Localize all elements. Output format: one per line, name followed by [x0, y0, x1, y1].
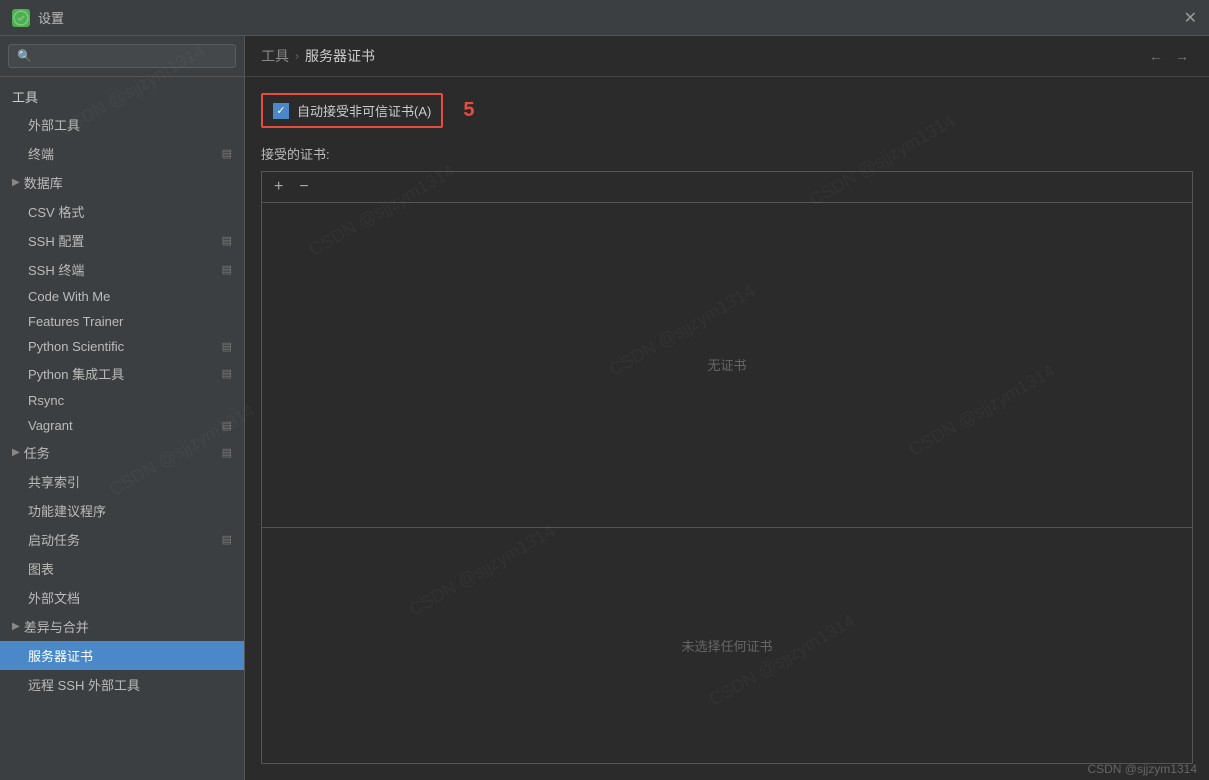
- breadcrumb-current: 服务器证书: [305, 46, 375, 66]
- number-badge: 5: [463, 99, 474, 122]
- window-title: 设置: [38, 8, 64, 27]
- forward-button[interactable]: →: [1171, 46, 1193, 66]
- no-cert-label: 无证书: [707, 355, 746, 374]
- sidebar-item-terminal[interactable]: 终端 ▤: [0, 139, 244, 168]
- sidebar-item-csv[interactable]: CSV 格式: [0, 197, 244, 226]
- cert-area: + − 无证书 未选择任何证书: [261, 171, 1193, 764]
- breadcrumb-navigation: ← →: [1145, 46, 1193, 66]
- sidebar-item-label: Vagrant: [28, 418, 73, 433]
- no-cert-selected-label: 未选择任何证书: [681, 636, 772, 655]
- checkbox-row: ✓ 自动接受非可信证书(A) 5: [261, 93, 1193, 128]
- add-cert-button[interactable]: +: [270, 176, 287, 198]
- sidebar-item-code-with-me[interactable]: Code With Me: [0, 284, 244, 309]
- expand-icon: ▤: [222, 263, 232, 276]
- content-body: ✓ 自动接受非可信证书(A) 5 接受的证书: + − 无证书 未选择任何证书: [245, 77, 1209, 780]
- close-button[interactable]: ✕: [1184, 8, 1197, 28]
- sidebar-item-python-scientific[interactable]: Python Scientific ▤: [0, 334, 244, 359]
- sidebar-item-label: Rsync: [28, 393, 64, 408]
- breadcrumb-parent: 工具: [261, 46, 289, 66]
- sidebar-item-label: 外部文档: [28, 588, 80, 607]
- sidebar-item-label: 启动任务: [28, 530, 80, 549]
- expand-icon: ▤: [222, 234, 232, 247]
- expand-icon: ▤: [222, 147, 232, 160]
- search-bar[interactable]: [0, 36, 244, 77]
- content-area: 工具 › 服务器证书 ← → ✓ 自动接受非可信证书(A) 5 接受的证书: [245, 36, 1209, 780]
- sidebar-item-label: Features Trainer: [28, 314, 123, 329]
- sidebar-item-shared-index[interactable]: 共享索引: [0, 467, 244, 496]
- sidebar-item-external-docs[interactable]: 外部文档: [0, 583, 244, 612]
- expand-icon: ▤: [222, 340, 232, 353]
- search-input[interactable]: [8, 44, 236, 68]
- sidebar-item-startup-tasks[interactable]: 启动任务 ▤: [0, 525, 244, 554]
- sidebar-item-ssh-config[interactable]: SSH 配置 ▤: [0, 226, 244, 255]
- sidebar-item-vagrant[interactable]: Vagrant ▤: [0, 413, 244, 438]
- sidebar-item-rsync[interactable]: Rsync: [0, 388, 244, 413]
- sidebar-item-label: 任务: [24, 443, 50, 462]
- sidebar-item-ssh-terminal[interactable]: SSH 终端 ▤: [0, 255, 244, 284]
- arrow-icon: ▶: [12, 177, 20, 188]
- sidebar-item-label: 终端: [28, 144, 54, 163]
- sidebar-item-tasks[interactable]: ▶ 任务 ▤: [0, 438, 244, 467]
- sidebar-item-python-integrated[interactable]: Python 集成工具 ▤: [0, 359, 244, 388]
- sidebar-item-label: Python 集成工具: [28, 364, 124, 383]
- sidebar-item-label: SSH 配置: [28, 231, 84, 250]
- auto-accept-label: 自动接受非可信证书(A): [297, 101, 431, 120]
- sidebar: 工具 外部工具 终端 ▤ ▶ 数据库 CSV 格式 SSH 配置 ▤: [0, 36, 245, 780]
- checkbox-box: ✓: [273, 103, 289, 119]
- app-icon: [12, 9, 30, 27]
- cert-detail: 未选择任何证书: [262, 527, 1192, 763]
- sidebar-item-diff-merge[interactable]: ▶ 差异与合并: [0, 612, 244, 641]
- breadcrumb-separator: ›: [295, 49, 299, 63]
- credit-text: CSDN @sjjzym1314: [1087, 762, 1197, 776]
- expand-icon: ▤: [222, 533, 232, 546]
- cert-toolbar: + −: [262, 172, 1192, 203]
- titlebar: 设置 ✕: [0, 0, 1209, 36]
- sidebar-item-feature-suggestion[interactable]: 功能建议程序: [0, 496, 244, 525]
- sidebar-item-label: Python Scientific: [28, 339, 124, 354]
- sidebar-item-label: Code With Me: [28, 289, 110, 304]
- back-button[interactable]: ←: [1145, 46, 1167, 66]
- arrow-icon: ▶: [12, 621, 20, 632]
- expand-icon: ▤: [222, 419, 232, 432]
- sidebar-group-tools: 工具: [0, 81, 244, 110]
- sidebar-item-label: 数据库: [24, 173, 63, 192]
- sidebar-item-label: 远程 SSH 外部工具: [28, 675, 140, 694]
- sidebar-item-label: 服务器证书: [28, 646, 93, 665]
- sidebar-item-label: SSH 终端: [28, 260, 84, 279]
- sidebar-content: 工具 外部工具 终端 ▤ ▶ 数据库 CSV 格式 SSH 配置 ▤: [0, 77, 244, 780]
- sidebar-item-server-cert[interactable]: 服务器证书: [0, 641, 244, 670]
- sidebar-item-label: 差异与合并: [24, 617, 89, 636]
- checkmark-icon: ✓: [276, 104, 285, 117]
- auto-accept-checkbox-container[interactable]: ✓ 自动接受非可信证书(A): [261, 93, 443, 128]
- sidebar-item-label: 外部工具: [28, 115, 80, 134]
- sidebar-item-remote-ssh[interactable]: 远程 SSH 外部工具: [0, 670, 244, 699]
- accepted-certs-label: 接受的证书:: [261, 144, 1193, 163]
- breadcrumb: 工具 › 服务器证书 ← →: [245, 36, 1209, 77]
- sidebar-item-charts[interactable]: 图表: [0, 554, 244, 583]
- sidebar-item-label: 功能建议程序: [28, 501, 106, 520]
- sidebar-item-external-tools[interactable]: 外部工具: [0, 110, 244, 139]
- expand-icon: ▤: [222, 367, 232, 380]
- cert-list: 无证书: [262, 203, 1192, 527]
- sidebar-item-database[interactable]: ▶ 数据库: [0, 168, 244, 197]
- arrow-icon: ▶: [12, 447, 20, 458]
- sidebar-item-features-trainer[interactable]: Features Trainer: [0, 309, 244, 334]
- sidebar-item-label: 共享索引: [28, 472, 80, 491]
- expand-icon: ▤: [222, 446, 232, 459]
- sidebar-item-label: 图表: [28, 559, 54, 578]
- remove-cert-button[interactable]: −: [295, 176, 312, 198]
- footer: CSDN @sjjzym1314: [1075, 758, 1209, 780]
- sidebar-item-label: CSV 格式: [28, 202, 84, 221]
